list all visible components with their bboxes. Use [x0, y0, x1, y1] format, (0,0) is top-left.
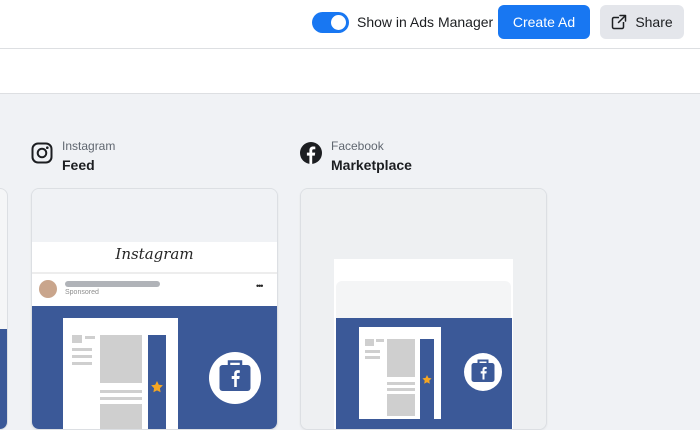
facebook-marketplace-preview-card[interactable] [300, 188, 547, 430]
share-icon [612, 14, 628, 30]
facebook-icon [300, 142, 322, 164]
more-options-icon[interactable]: ••• [256, 281, 264, 291]
briefcase-icon [471, 359, 495, 382]
sponsored-label: Sponsored [65, 289, 99, 296]
facebook-marketplace-mockup [301, 189, 546, 429]
instagram-feed-preview-card[interactable]: Instagram Sponsored ••• [31, 188, 278, 430]
share-label: Share [635, 14, 673, 30]
previous-preview-card[interactable] [0, 188, 8, 430]
placement-platform: Facebook [331, 139, 384, 153]
account-name-blurred [65, 281, 160, 287]
briefcase-icon [219, 360, 251, 391]
instagram-icon [31, 142, 53, 164]
instagram-logo-text: Instagram [115, 245, 194, 263]
avatar [39, 280, 57, 298]
placement-instagram-feed: Instagram Feed [62, 139, 115, 173]
placement-platform: Instagram [62, 139, 116, 153]
sub-toolbar [0, 49, 700, 94]
instagram-feed-mockup [32, 189, 277, 429]
toggle-knob [331, 15, 346, 30]
ad-image-fragment [0, 329, 7, 429]
top-toolbar: Show in Ads Manager Create Ad Share [0, 0, 700, 49]
placement-position: Marketplace [331, 157, 412, 173]
share-button[interactable]: Share [600, 5, 684, 39]
create-ad-button[interactable]: Create Ad [498, 5, 590, 39]
placement-position: Feed [62, 157, 95, 173]
placement-facebook-marketplace: Facebook Marketplace [331, 139, 412, 173]
toggle-label: Show in Ads Manager [357, 14, 494, 30]
show-in-ads-manager-toggle[interactable] [312, 12, 349, 33]
